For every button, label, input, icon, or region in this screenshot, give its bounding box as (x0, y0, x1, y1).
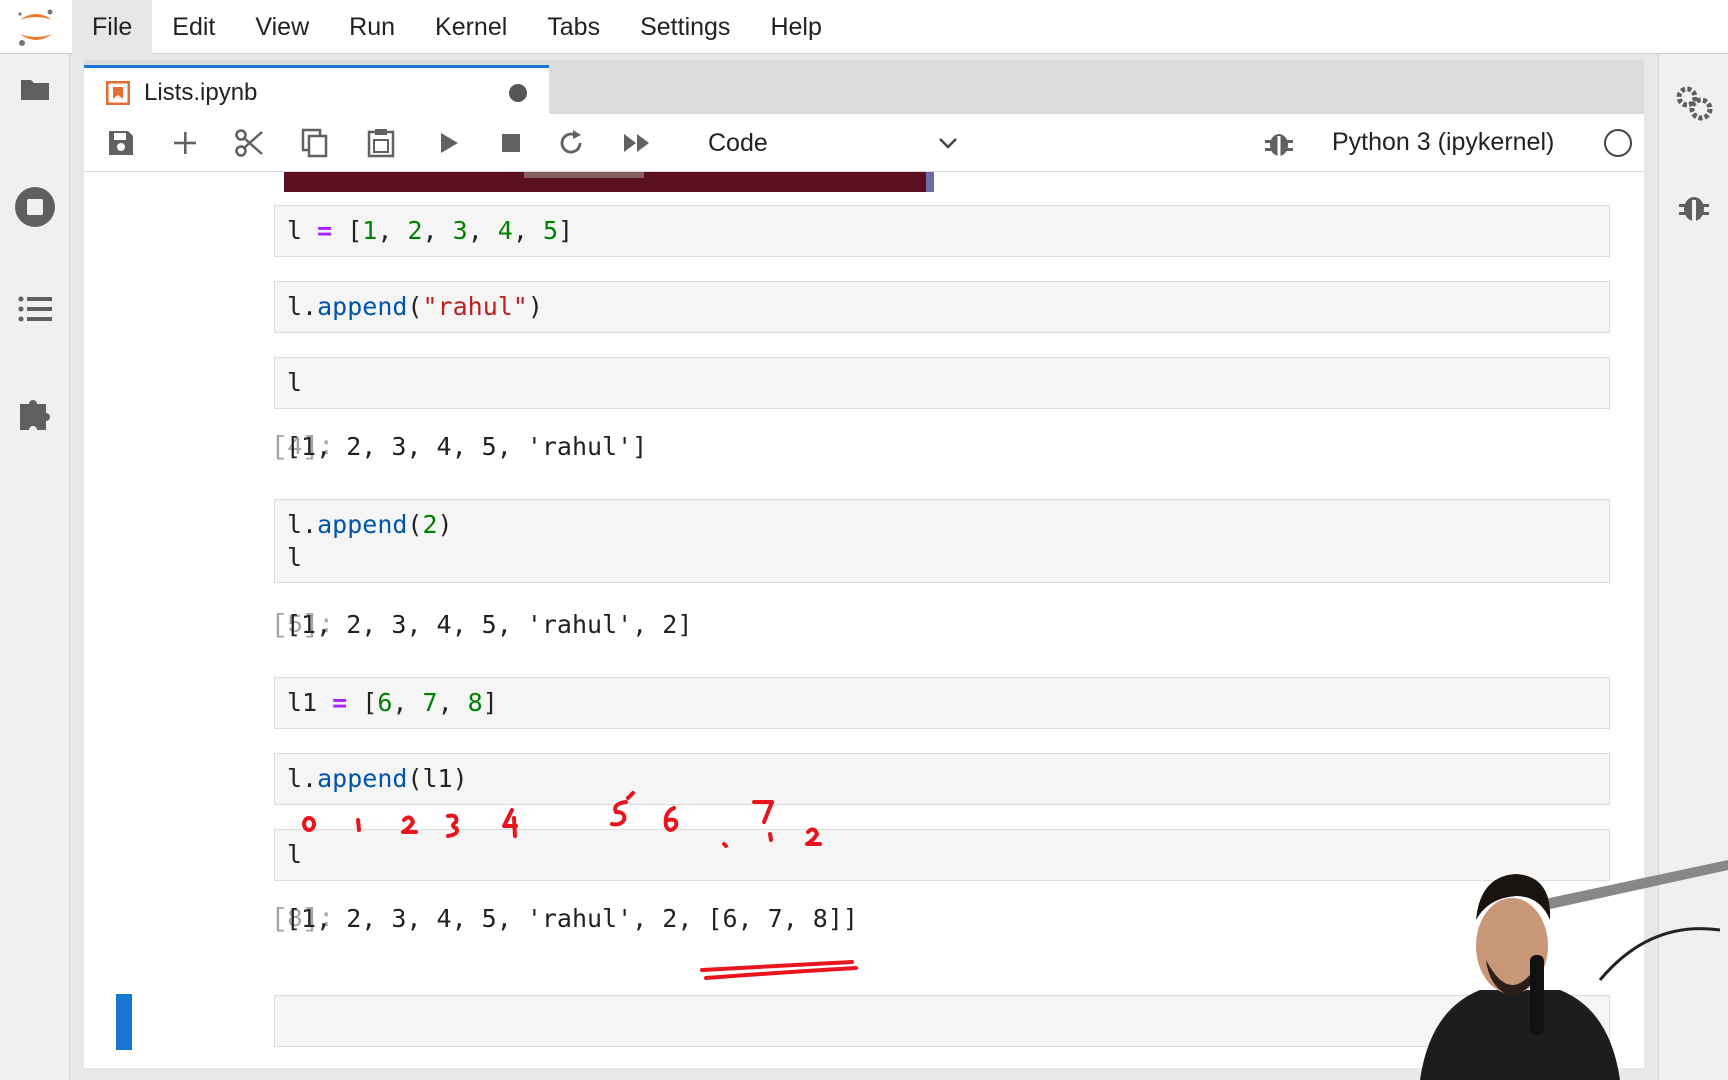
kernel-status-icon (1604, 129, 1632, 157)
kernel-name[interactable]: Python 3 (ipykernel) (1332, 128, 1554, 157)
stop-icon[interactable] (496, 128, 526, 158)
kernel-debug-icon[interactable] (1264, 127, 1294, 164)
cut-icon[interactable] (234, 128, 264, 158)
handwriting-annotation (302, 791, 858, 980)
run-icon[interactable] (434, 128, 464, 158)
save-icon[interactable] (106, 128, 136, 158)
folder-icon[interactable] (12, 66, 58, 112)
left-sidebar (0, 54, 70, 1080)
cell-type-dropdown[interactable]: Code (702, 122, 962, 164)
menu-settings[interactable]: Settings (620, 0, 750, 54)
notebook-panel: [2]: l = [1, 2, 3, 4, 5] [3]: l.append("… (84, 172, 1644, 1068)
menu-tabs[interactable]: Tabs (527, 0, 620, 54)
unsaved-dot-icon[interactable] (509, 84, 527, 102)
property-inspector-icon[interactable] (1671, 80, 1717, 126)
notebook-toolbar: Code Python 3 (ipykernel) (84, 114, 1644, 172)
menu-file[interactable]: File (72, 0, 153, 54)
notebook-icon (106, 80, 130, 105)
extension-icon[interactable] (12, 390, 58, 436)
menu-kernel[interactable]: Kernel (415, 0, 527, 54)
paste-icon[interactable] (366, 128, 396, 158)
tab-bar: Lists.ipynb (84, 60, 1644, 117)
running-icon[interactable] (12, 184, 58, 230)
toc-icon[interactable] (12, 286, 58, 332)
menu-help[interactable]: Help (750, 0, 841, 54)
webcam-overlay (1420, 860, 1728, 1080)
menu-bar: File Edit View Run Kernel Tabs Settings … (0, 0, 1728, 54)
menu-edit[interactable]: Edit (152, 0, 235, 54)
menu-view[interactable]: View (235, 0, 329, 54)
chevron-down-icon (939, 138, 957, 149)
tab-title: Lists.ipynb (144, 78, 258, 106)
add-cell-icon[interactable] (170, 128, 200, 158)
fast-forward-icon[interactable] (622, 128, 652, 158)
jupyter-logo[interactable] (14, 6, 58, 48)
menu-run[interactable]: Run (329, 0, 415, 54)
tab-notebook[interactable]: Lists.ipynb (84, 65, 549, 117)
cell-type-label: Code (708, 128, 768, 157)
debugger-icon[interactable] (1671, 184, 1717, 230)
restart-icon[interactable] (556, 128, 586, 158)
copy-icon[interactable] (300, 128, 330, 158)
